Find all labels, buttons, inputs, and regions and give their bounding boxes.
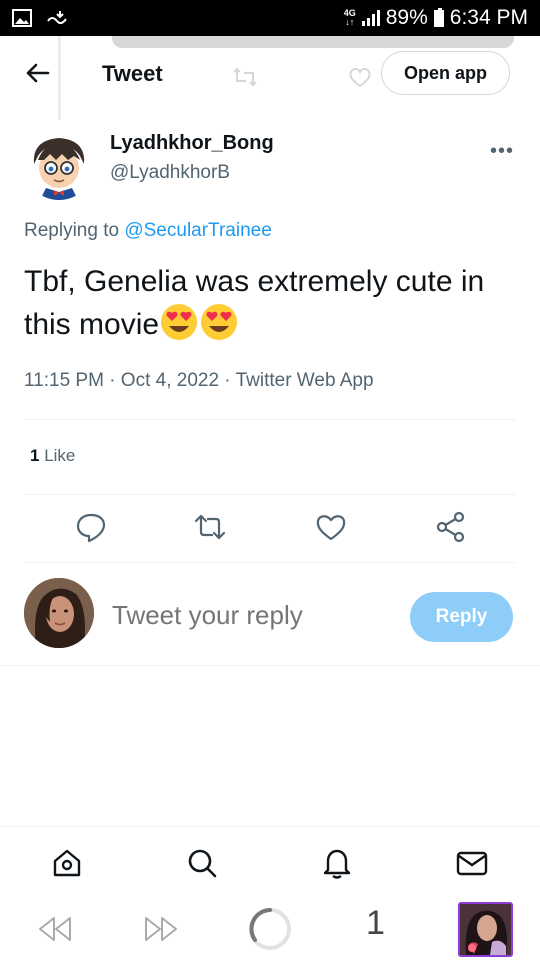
reply-button[interactable]: Reply [410,592,513,642]
heart-icon [349,68,371,88]
reply-icon[interactable] [74,510,108,544]
heart-eyes-emoji-icon [201,304,238,340]
tab-count[interactable]: 1 [366,904,385,943]
likes-count[interactable]: 1 Like [30,446,75,466]
search-icon[interactable] [185,846,219,880]
underlying-page-fragment [112,36,514,48]
page-title: Tweet [102,61,163,86]
share-icon[interactable] [434,510,468,544]
like-count-number: 1 [30,446,40,465]
current-user-avatar[interactable] [24,578,94,648]
download-notification-icon [47,11,67,25]
divider [0,665,540,666]
divider [24,419,516,420]
author-avatar[interactable] [24,130,94,200]
open-app-button[interactable]: Open app [381,51,511,95]
browser-back-icon[interactable] [36,914,74,944]
browser-forward-icon[interactable] [142,914,180,944]
divider [24,562,516,563]
loading-spinner-icon[interactable] [247,906,293,952]
retweet-icon[interactable] [193,510,227,544]
battery-percent: 89% [385,6,428,29]
tweet-body: Tbf, Genelia was extremely cute in this … [24,265,485,341]
author-display-name[interactable]: Lyadhkhor_Bong [110,132,274,155]
author-handle[interactable]: @LyadhkhorB [110,162,230,184]
divider [24,494,516,495]
network-type: 4G ↓↑ [343,8,356,27]
messages-mail-icon[interactable] [455,846,489,880]
tweet-actions [0,510,540,550]
faded-background-actions [232,66,372,88]
notifications-bell-icon[interactable] [320,846,354,880]
battery-icon [433,7,444,27]
browser-toolbar: 1 [0,896,540,960]
status-bar: 4G ↓↑ 89% 6:34 PM [0,0,540,36]
heart-eyes-emoji-icon [161,304,198,340]
tweet-timestamp-source[interactable]: 11:15 PM · Oct 4, 2022 · Twitter Web App [24,370,374,392]
bottom-navigation [0,840,540,886]
retweet-icon [233,67,257,87]
tweet-text: Tbf, Genelia was extremely cute in this … [24,262,516,345]
like-count-label: Like [44,446,76,465]
replying-to-mention[interactable]: @SecularTrainee [124,220,271,241]
replying-prefix: Replying to [24,220,120,241]
gallery-notification-icon [12,9,32,27]
home-icon[interactable] [50,846,84,880]
clock: 6:34 PM [449,6,528,29]
like-heart-icon[interactable] [314,510,348,544]
more-options-icon[interactable]: ••• [490,140,514,163]
back-arrow-icon[interactable] [22,58,52,88]
browser-profile-thumbnail[interactable] [458,902,513,957]
reply-input[interactable] [112,600,392,631]
signal-icon [361,10,380,26]
replying-to: Replying to @SecularTrainee [24,220,272,242]
tweet-header: Tweet Open app [0,48,540,100]
bottom-nav-divider [0,826,540,827]
